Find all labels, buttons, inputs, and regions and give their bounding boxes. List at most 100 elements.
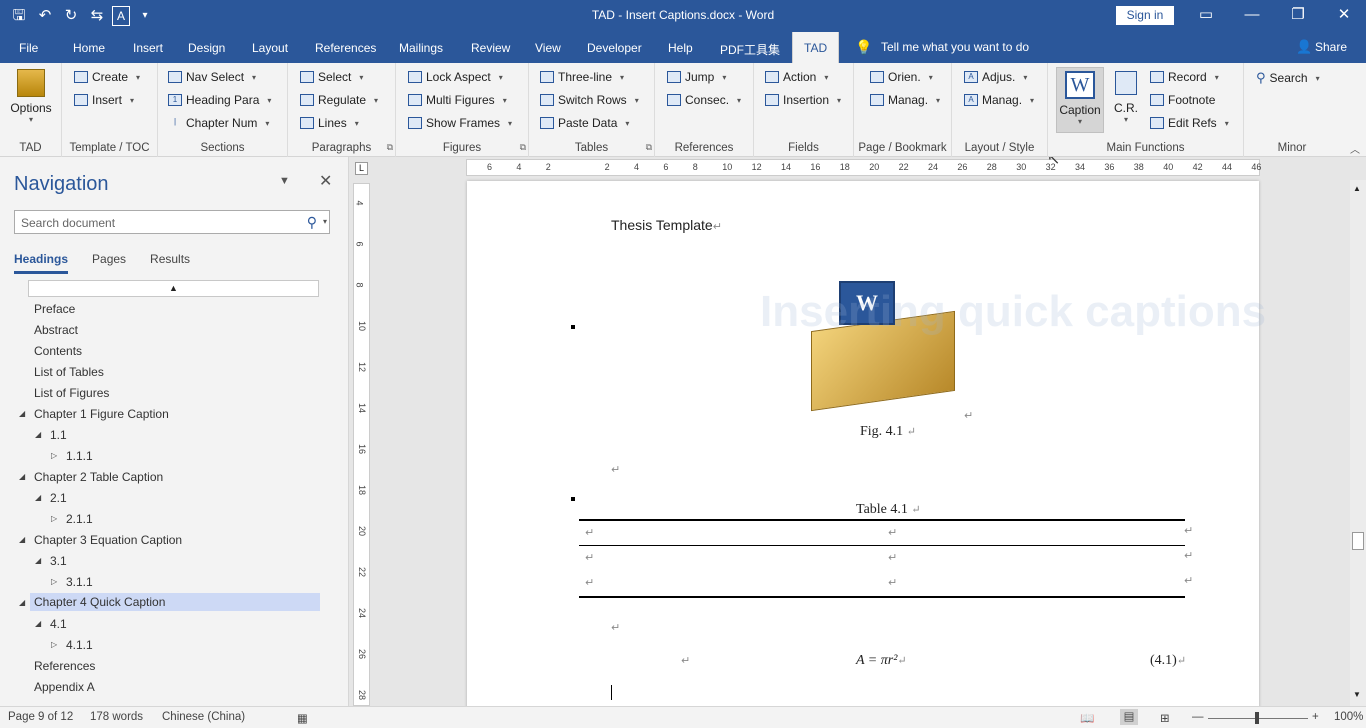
caption-button[interactable]: W Caption ▾ — [1056, 67, 1104, 133]
options-button[interactable]: Options ▾ — [6, 69, 56, 124]
collapse-all-bar[interactable]: ▲ — [28, 280, 319, 297]
tab-home[interactable]: Home — [73, 41, 105, 55]
insert-template-button[interactable]: Insert ▾ — [74, 93, 134, 107]
pane-options-icon[interactable]: ▼ — [279, 175, 290, 187]
document-page[interactable]: Thesis Template↵ W ↵ Fig. 4.1 ↵ ↵ Table … — [467, 181, 1259, 706]
language-indicator[interactable]: Chinese (China) — [162, 711, 245, 723]
paste-data-button[interactable]: Paste Data ▾ — [540, 116, 629, 130]
zoom-in-icon[interactable]: + — [1312, 711, 1319, 723]
nav-heading-appendix-a[interactable]: Appendix A — [34, 680, 95, 694]
collapse-ribbon-icon[interactable]: ︿ — [1350, 141, 1360, 156]
tab-layout[interactable]: Layout — [252, 41, 288, 55]
nav-select-button[interactable]: Nav Select ▾ — [168, 70, 256, 84]
expand-triangle-icon[interactable]: ◢ — [19, 472, 25, 481]
insertion-button[interactable]: Insertion ▾ — [765, 93, 841, 107]
collapse-triangle-icon[interactable]: ▷ — [51, 451, 57, 460]
action-button[interactable]: Action ▾ — [765, 70, 828, 84]
heading-para-button[interactable]: 1 Heading Para ▾ — [168, 93, 271, 107]
tab-pages[interactable]: Pages — [92, 252, 126, 274]
three-line-button[interactable]: Three-line ▾ — [540, 70, 624, 84]
tab-developer[interactable]: Developer — [587, 41, 642, 55]
nav-heading-contents[interactable]: Contents — [34, 344, 82, 358]
tab-review[interactable]: Review — [471, 41, 510, 55]
collapse-triangle-icon[interactable]: ▷ — [51, 514, 57, 523]
bookmark-manag-button[interactable]: Manag. ▾ — [870, 93, 940, 107]
nav-heading-references[interactable]: References — [34, 659, 95, 673]
consec-button[interactable]: Consec. ▾ — [667, 93, 741, 107]
adjus-button[interactable]: A Adjus. ▾ — [964, 70, 1027, 84]
figure-image[interactable]: W — [811, 281, 957, 412]
print-layout-icon[interactable]: ▤ — [1120, 709, 1138, 725]
tab-help[interactable]: Help — [668, 41, 693, 55]
zoom-level[interactable]: 100% — [1334, 711, 1363, 723]
nav-heading-1-1[interactable]: 1.1 — [50, 428, 67, 442]
search-button[interactable]: ⚲ Search ▾ — [1256, 70, 1320, 86]
edit-refs-button[interactable]: Edit Refs ▾ — [1150, 116, 1229, 130]
zoom-slider-thumb[interactable] — [1255, 712, 1259, 724]
word-count[interactable]: 178 words — [90, 711, 143, 723]
sign-in-button[interactable]: Sign in — [1116, 6, 1174, 25]
nav-heading-chapter-1[interactable]: Chapter 1 Figure Caption — [34, 407, 169, 421]
lines-button[interactable]: Lines ▾ — [300, 116, 359, 130]
nav-heading-chapter-4[interactable]: Chapter 4 Quick Caption — [30, 593, 320, 611]
select-button[interactable]: Select ▾ — [300, 70, 363, 84]
expand-triangle-icon[interactable]: ◢ — [35, 556, 41, 565]
nav-heading-preface[interactable]: Preface — [34, 302, 75, 316]
scroll-down-icon[interactable]: ▼ — [1353, 690, 1361, 699]
horizontal-ruler[interactable]: 6 4 2 2 4 6 8 10 12 14 16 18 20 22 24 26 28 30 32 34 36 38 40 4… — [466, 159, 1261, 176]
page-count[interactable]: Page 9 of 12 — [8, 711, 73, 723]
jump-button[interactable]: Jump ▾ — [667, 70, 726, 84]
tab-view[interactable]: View — [535, 41, 561, 55]
multi-figures-button[interactable]: Multi Figures ▾ — [408, 93, 507, 107]
tab-pdf-tools[interactable]: PDF工具集 — [720, 41, 780, 58]
restore-button[interactable]: ❐ — [1275, 0, 1321, 32]
close-pane-icon[interactable]: ✕ — [319, 171, 332, 191]
create-button[interactable]: Create ▾ — [74, 70, 140, 84]
nav-heading-3-1-1[interactable]: 3.1.1 — [66, 575, 93, 589]
share-button[interactable]: Share — [1315, 40, 1347, 54]
ribbon-display-icon[interactable]: ▭ — [1183, 0, 1229, 32]
nav-heading-abstract[interactable]: Abstract — [34, 323, 78, 337]
expand-triangle-icon[interactable]: ◢ — [19, 598, 25, 607]
record-button[interactable]: Record ▾ — [1150, 70, 1219, 84]
tell-me-search[interactable]: Tell me what you want to do — [881, 40, 1029, 54]
tab-results[interactable]: Results — [150, 252, 190, 274]
collapse-triangle-icon[interactable]: ▷ — [51, 577, 57, 586]
tab-selector-icon[interactable]: L — [355, 162, 368, 175]
tab-mailings[interactable]: Mailings — [399, 41, 443, 55]
chevron-down-icon[interactable]: ▾ — [323, 217, 327, 226]
tab-insert[interactable]: Insert — [133, 41, 163, 55]
read-mode-icon[interactable]: 📖 — [1080, 711, 1094, 725]
nav-heading-4-1[interactable]: 4.1 — [50, 617, 67, 631]
regulate-button[interactable]: Regulate ▾ — [300, 93, 378, 107]
collapse-triangle-icon[interactable]: ▷ — [51, 640, 57, 649]
tab-tad[interactable]: TAD — [792, 32, 840, 63]
nav-heading-2-1[interactable]: 2.1 — [50, 491, 67, 505]
switch-rows-button[interactable]: Switch Rows ▾ — [540, 93, 639, 107]
tab-headings[interactable]: Headings — [14, 252, 69, 274]
scroll-thumb[interactable] — [1352, 532, 1364, 550]
scroll-up-icon[interactable]: ▲ — [1353, 184, 1361, 193]
nav-heading-4-1-1[interactable]: 4.1.1 — [66, 638, 93, 652]
nav-heading-chapter-3[interactable]: Chapter 3 Equation Caption — [34, 533, 182, 547]
nav-heading-list-of-figures[interactable]: List of Figures — [34, 386, 109, 400]
expand-triangle-icon[interactable]: ◢ — [35, 619, 41, 628]
orien-button[interactable]: Orien. ▾ — [870, 70, 933, 84]
search-icon[interactable]: ⚲ — [307, 214, 317, 231]
cr-button[interactable]: C.R. ▾ — [1110, 71, 1142, 124]
web-layout-icon[interactable]: ⊞ — [1160, 711, 1170, 725]
lock-aspect-button[interactable]: Lock Aspect ▾ — [408, 70, 503, 84]
chapter-num-button[interactable]: | Chapter Num ▾ — [168, 116, 269, 130]
macro-record-icon[interactable]: ▦ — [297, 711, 308, 725]
zoom-out-icon[interactable]: — — [1192, 711, 1204, 723]
expand-triangle-icon[interactable]: ◢ — [35, 430, 41, 439]
nav-heading-3-1[interactable]: 3.1 — [50, 554, 67, 568]
vertical-ruler[interactable]: 4 6 8 10 12 14 16 18 20 22 24 26 28 — [353, 183, 370, 706]
close-button[interactable]: ✕ — [1321, 0, 1366, 32]
style-manag-button[interactable]: A Manag. ▾ — [964, 93, 1034, 107]
search-input[interactable]: Search document ⚲ ▾ — [14, 210, 330, 234]
tab-file[interactable]: File — [19, 41, 38, 55]
footnote-button[interactable]: Footnote — [1150, 93, 1215, 107]
nav-heading-1-1-1[interactable]: 1.1.1 — [66, 449, 93, 463]
vertical-scrollbar[interactable]: ▲ ▼ — [1350, 180, 1366, 706]
